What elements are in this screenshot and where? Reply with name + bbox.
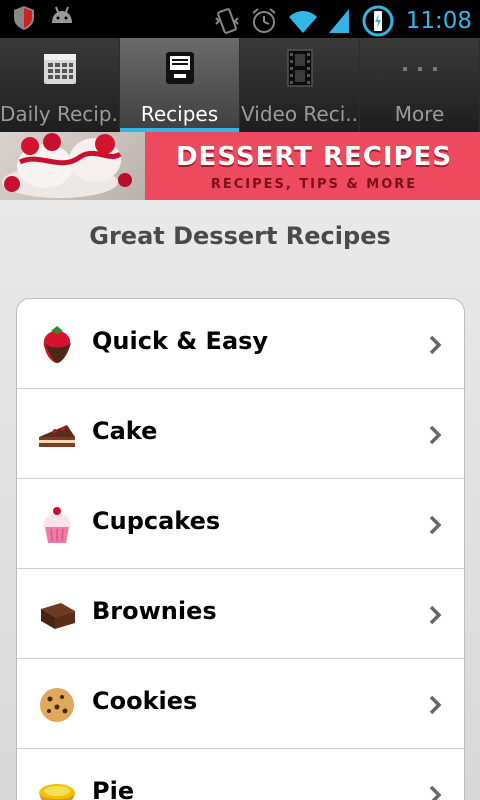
chevron-right-icon — [429, 785, 442, 800]
list-item-label: Pie — [92, 777, 135, 800]
list-item-label: Cake — [92, 417, 158, 445]
tab-bar: Daily Recip.. Recipes Video Reci.. More — [0, 38, 480, 132]
calendar-icon — [43, 54, 76, 84]
alarm-icon — [252, 8, 276, 33]
shield-icon — [14, 6, 34, 30]
brownie-icon — [41, 603, 75, 629]
list-item-pie[interactable]: Pie — [17, 749, 464, 800]
tab-recipes[interactable]: Recipes — [120, 38, 240, 132]
list-item-label: Brownies — [92, 597, 217, 625]
chevron-right-icon — [429, 515, 442, 535]
list-item-brownies[interactable]: Brownies — [17, 569, 464, 659]
tab-label: Daily Recip.. — [0, 102, 119, 126]
page-title: Great Dessert Recipes — [89, 222, 391, 250]
chocolate-strawberry-icon — [43, 326, 71, 363]
list-item-cookies[interactable]: Cookies — [17, 659, 464, 749]
tab-label: More — [394, 102, 445, 126]
list-item-cake[interactable]: Cake — [17, 389, 464, 479]
cupcake-icon — [43, 507, 71, 543]
tab-more[interactable]: More — [360, 38, 480, 132]
vibrate-icon — [214, 8, 239, 34]
banner-title: DESSERT RECIPES — [175, 142, 453, 172]
list-item-cupcakes[interactable]: Cupcakes — [17, 479, 464, 569]
tab-label: Recipes — [140, 102, 219, 126]
cookie-icon — [40, 688, 74, 722]
list-item-quick-easy[interactable]: Quick & Easy — [17, 299, 464, 389]
list-item-label: Cupcakes — [92, 507, 221, 535]
android-icon — [52, 6, 72, 23]
tab-daily-recipes[interactable]: Daily Recip.. — [0, 38, 120, 132]
film-icon — [286, 49, 313, 87]
status-bar: 11:08 — [0, 0, 480, 38]
banner-subtitle: RECIPES, TIPS & MORE — [210, 177, 418, 192]
ice-cream-icon — [2, 133, 132, 198]
chevron-right-icon — [429, 605, 442, 625]
clock-time: 11:08 — [405, 8, 472, 34]
banner-photo — [0, 132, 145, 200]
tab-label: Video Reci.. — [241, 102, 358, 126]
charging-icon — [362, 5, 394, 37]
more-dots-icon — [402, 67, 437, 71]
main-content: Great Dessert Recipes Quick & Easy Cake — [0, 200, 480, 800]
list-item-label: Quick & Easy — [92, 327, 269, 355]
category-list: Quick & Easy Cake Cupcakes Brownies Cook… — [16, 298, 465, 800]
chevron-right-icon — [429, 335, 442, 355]
signal-icon — [328, 9, 349, 33]
cake-slice-icon — [39, 425, 75, 447]
dessert-banner: DESSERT RECIPES RECIPES, TIPS & MORE — [0, 132, 480, 200]
chevron-right-icon — [429, 695, 442, 715]
chevron-right-icon — [429, 425, 442, 445]
tab-video-recipes[interactable]: Video Reci.. — [240, 38, 360, 132]
pie-icon — [39, 784, 75, 800]
list-item-label: Cookies — [92, 687, 198, 715]
wifi-icon — [288, 11, 317, 33]
inbox-tray-icon — [165, 52, 194, 84]
